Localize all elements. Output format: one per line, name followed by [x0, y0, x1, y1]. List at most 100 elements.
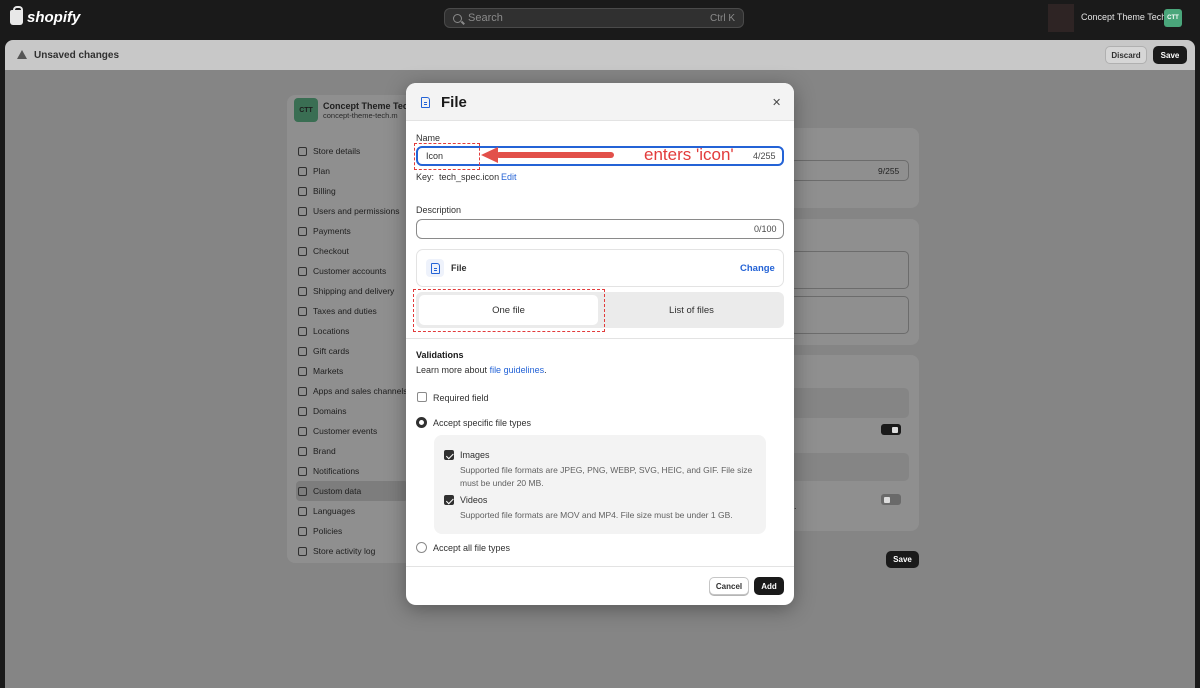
- annotation-arrow-shaft: [496, 152, 614, 158]
- videos-help: Supported file formats are MOV and MP4. …: [460, 510, 733, 520]
- sidebar-item-label: Policies: [313, 526, 343, 536]
- search-placeholder: Search: [468, 12, 503, 24]
- billing-icon: [298, 186, 307, 196]
- store-avatar[interactable]: CTT: [1164, 9, 1182, 27]
- sidebar-item[interactable]: Custom data: [296, 481, 408, 501]
- sidebar-item[interactable]: Notifications: [298, 461, 408, 481]
- modal-title: File: [441, 94, 467, 111]
- page-save-button[interactable]: Save: [886, 551, 919, 568]
- store-logo: CTT: [294, 98, 318, 122]
- domain-icon: [298, 406, 307, 416]
- sidebar-item[interactable]: Domains: [298, 401, 408, 421]
- bg-row-2: [790, 453, 909, 481]
- images-help: Supported file formats are JPEG, PNG, WE…: [460, 465, 753, 488]
- sidebar-item-label: Taxes and duties: [313, 306, 377, 316]
- unsaved-message: Unsaved changes: [34, 49, 120, 61]
- shopify-logo[interactable]: shopify: [10, 6, 80, 26]
- bell-icon: [298, 466, 307, 476]
- videos-checkbox[interactable]: [444, 495, 454, 505]
- plan-icon: [298, 166, 307, 176]
- sidebar-item-label: Store details: [313, 146, 361, 156]
- segment-list-of-files[interactable]: List of files: [602, 295, 781, 325]
- save-button[interactable]: Save: [1153, 46, 1187, 64]
- close-icon[interactable]: ✕: [772, 96, 781, 109]
- sidebar-item-label: Checkout: [313, 246, 349, 256]
- sidebar-item[interactable]: Checkout: [298, 241, 408, 261]
- sidebar-item[interactable]: Locations: [298, 321, 408, 341]
- required-field-checkbox[interactable]: [417, 392, 427, 402]
- sidebar-item[interactable]: Customer accounts: [298, 261, 408, 281]
- discard-button[interactable]: Discard: [1105, 46, 1147, 64]
- sidebar-item[interactable]: Billing: [298, 181, 408, 201]
- accept-specific-label: Accept specific file types: [433, 418, 532, 428]
- bg-field-3: [790, 296, 909, 334]
- file-guidelines-link[interactable]: file guidelines: [490, 365, 545, 375]
- location-icon: [298, 326, 307, 336]
- sidebar-item[interactable]: Gift cards: [298, 341, 408, 361]
- warning-icon: [17, 50, 27, 60]
- bg-toggle-off[interactable]: [881, 494, 901, 505]
- images-label: Images: [460, 450, 490, 460]
- description-input[interactable]: [416, 219, 784, 239]
- add-button[interactable]: Add: [754, 577, 784, 595]
- sidebar-item-label: Customer accounts: [313, 266, 387, 276]
- sidebar-item-label: Apps and sales channels: [313, 386, 408, 396]
- sidebar-item[interactable]: Store activity log: [298, 541, 408, 561]
- events-icon: [298, 426, 307, 436]
- sidebar-item[interactable]: Apps and sales channels: [298, 381, 408, 401]
- sidebar-item-label: Shipping and delivery: [313, 286, 395, 296]
- sidebar-item[interactable]: Markets: [298, 361, 408, 381]
- sidebar-item-label: Store activity log: [313, 546, 376, 556]
- sidebar-item[interactable]: Taxes and duties: [298, 301, 408, 321]
- required-field-label: Required field: [433, 393, 489, 403]
- accept-all-radio[interactable]: [416, 542, 427, 553]
- description-char-count: 0/100: [754, 224, 777, 234]
- sidebar-item-label: Gift cards: [313, 346, 350, 356]
- key-value: tech_spec.icon: [439, 172, 500, 182]
- learn-more-text: Learn more about file guidelines.: [416, 365, 547, 375]
- store-name[interactable]: Concept Theme Tech: [1081, 12, 1166, 22]
- annotation-text: enters 'icon': [644, 145, 734, 164]
- file-type-icon: [431, 263, 440, 274]
- annotation-name-box: [414, 143, 480, 170]
- sidebar-item-label: Customer events: [313, 426, 378, 436]
- sidebar-item-label: Users and permissions: [313, 206, 400, 216]
- sidebar-item[interactable]: Policies: [298, 521, 408, 541]
- change-type-link[interactable]: Change: [740, 263, 775, 274]
- sidebar-item[interactable]: Users and permissions: [298, 201, 408, 221]
- bg-field-count: 9/255: [878, 166, 900, 176]
- apps-icon: [298, 386, 307, 396]
- language-icon: [298, 506, 307, 516]
- store-header: CTT Concept Theme Tec concept-theme-tech…: [294, 98, 408, 122]
- policy-icon: [298, 526, 307, 536]
- sidebar-item[interactable]: Store details: [298, 141, 408, 161]
- sidebar-item[interactable]: Languages: [298, 501, 408, 521]
- sidebar-item[interactable]: Brand: [298, 441, 408, 461]
- accept-specific-radio[interactable]: [416, 417, 427, 428]
- learn-suffix: .: [544, 365, 547, 375]
- cancel-button[interactable]: Cancel: [709, 577, 749, 595]
- file-icon: [421, 97, 430, 108]
- shopify-bag-icon: [10, 6, 23, 25]
- users-icon: [298, 206, 307, 216]
- annotation-one-file-box: [413, 289, 605, 332]
- name-char-count: 4/255: [753, 151, 776, 161]
- file-type-box: [416, 249, 784, 287]
- search-bar[interactable]: Search Ctrl K: [444, 8, 744, 28]
- sidebar-item[interactable]: Plan: [298, 161, 408, 181]
- store-title: Concept Theme Tec: [323, 100, 408, 111]
- bg-toggle-on[interactable]: [881, 424, 901, 435]
- checkout-icon: [298, 246, 307, 256]
- preview-thumbnail[interactable]: [1048, 4, 1074, 32]
- sidebar-item[interactable]: Customer events: [298, 421, 408, 441]
- globe-icon: [298, 366, 307, 376]
- sidebar-item[interactable]: Payments: [298, 221, 408, 241]
- name-label: Name: [416, 133, 441, 143]
- truck-icon: [298, 286, 307, 296]
- description-label: Description: [416, 205, 462, 215]
- sidebar-item-label: Locations: [313, 326, 350, 336]
- edit-key-link[interactable]: Edit: [501, 172, 517, 182]
- data-icon: [298, 486, 307, 496]
- sidebar-item[interactable]: Shipping and delivery: [298, 281, 408, 301]
- images-checkbox[interactable]: [444, 450, 454, 460]
